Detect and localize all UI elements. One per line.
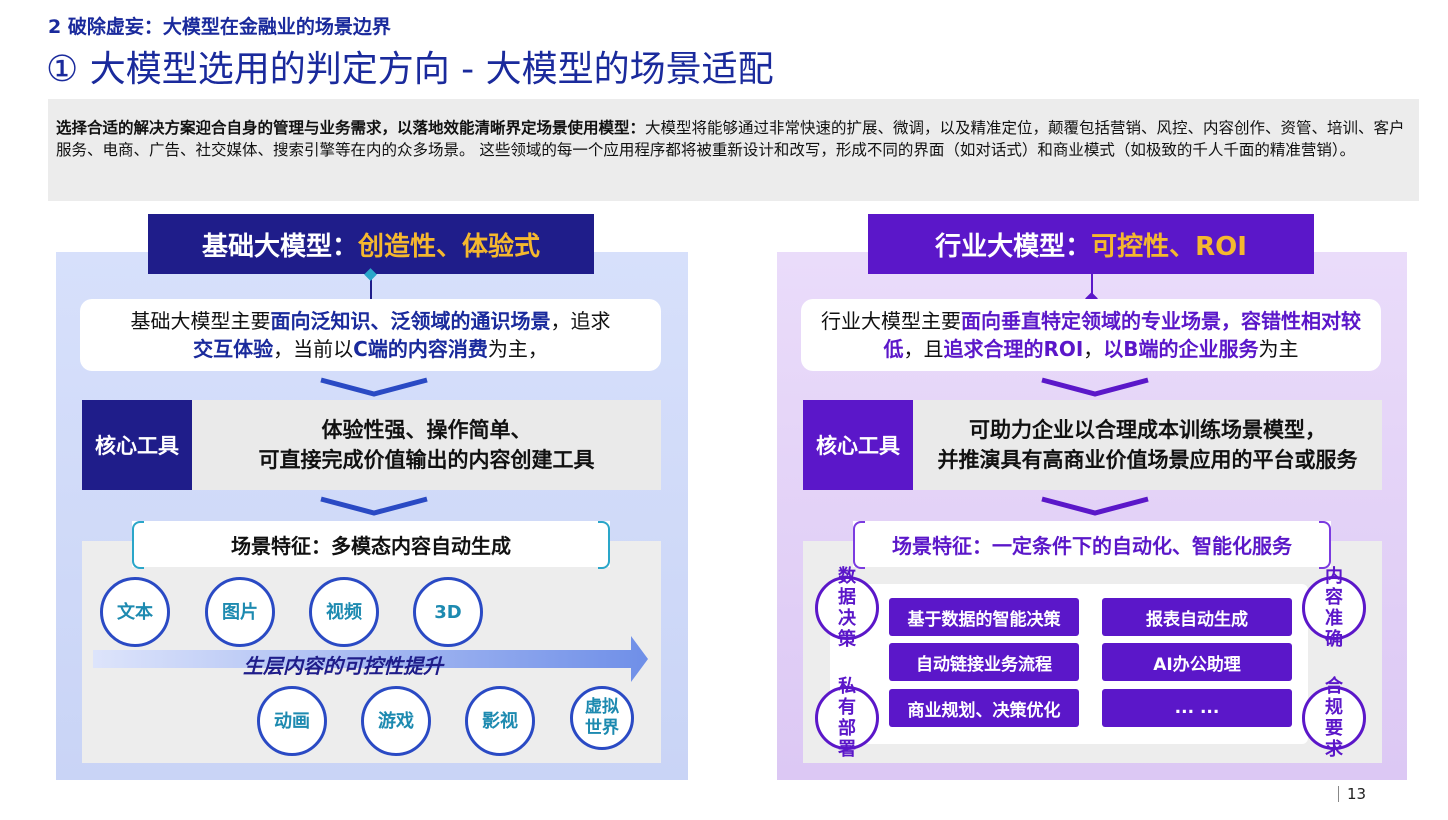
left-title-main: 基础大模型： xyxy=(201,231,358,262)
bracket-left xyxy=(853,521,865,569)
intro-lead: 选择合适的解决方案迎合自身的管理与业务需求，以落地效能清晰界定场景使用模型： xyxy=(56,119,646,137)
left-core-tool-row: 核心工具 体验性强、操作简单、可直接完成价值输出的内容创建工具 xyxy=(82,400,661,490)
circle-private-deploy: 私有部署 xyxy=(815,676,879,760)
left-chevron-down-icon xyxy=(320,496,428,516)
left-desc-text: ，当前以 xyxy=(273,337,354,361)
circle-content-accuracy: 内容准确 xyxy=(1302,566,1366,650)
right-tool-line: 可助力企业以合理成本训练场景模型， xyxy=(969,418,1326,442)
left-description: 基础大模型主要面向泛知识、泛领域的通识场景，追求交互体验，当前以C端的内容消费为… xyxy=(80,299,661,371)
left-tool-line: 可直接完成价值输出的内容创建工具 xyxy=(258,448,595,472)
left-desc-text: ，追求 xyxy=(550,309,611,333)
service-more: ... ... xyxy=(1102,689,1292,727)
left-desc-highlight: 面向泛知识、泛领域的通识场景 xyxy=(270,309,551,333)
circle-film: 影视 xyxy=(465,686,535,756)
left-chevron-down-icon xyxy=(320,377,428,397)
left-scene-feature: 场景特征：多模态内容自动生成 xyxy=(132,521,610,569)
service-workflow-link: 自动链接业务流程 xyxy=(889,643,1079,681)
service-auto-report: 报表自动生成 xyxy=(1102,598,1292,636)
right-chevron-down-icon xyxy=(1041,377,1149,397)
right-tool-line: 并推演具有高商业价值场景应用的平台或服务 xyxy=(937,448,1358,472)
right-desc-highlight: 追求合理的ROI xyxy=(943,337,1084,361)
left-panel-title: 基础大模型： 创造性、体验式 xyxy=(148,214,594,274)
service-smart-decision: 基于数据的智能决策 xyxy=(889,598,1079,636)
circle-data-decision: 数据决策 xyxy=(815,566,879,650)
left-desc-highlight: 交互体验 xyxy=(193,337,274,361)
right-core-tool-text: 可助力企业以合理成本训练场景模型， 并推演具有高商业价值场景应用的平台或服务 xyxy=(913,400,1382,490)
circle-virtual-world: 虚拟世界 xyxy=(570,686,634,750)
left-title-accent: 创造性、体验式 xyxy=(358,231,541,262)
service-ai-office: AI办公助理 xyxy=(1102,643,1292,681)
left-desc-text: 为主， xyxy=(487,337,548,361)
right-panel-title: 行业大模型： 可控性、ROI xyxy=(868,214,1314,274)
page-title: ① 大模型选用的判定方向 - 大模型的场景适配 xyxy=(46,49,774,90)
bracket-left xyxy=(132,521,144,569)
section-label: 2 破除虚妄：大模型在金融业的场景边界 xyxy=(48,16,391,38)
intro-box: 选择合适的解决方案迎合自身的管理与业务需求，以落地效能清晰界定场景使用模型：大模… xyxy=(48,99,1419,201)
right-scene-feature: 场景特征：一定条件下的自动化、智能化服务 xyxy=(853,521,1331,569)
left-desc-highlight: C端的内容消费 xyxy=(353,337,488,361)
left-core-tool-label: 核心工具 xyxy=(82,400,192,490)
right-desc-text: 行业大模型主要 xyxy=(821,309,961,333)
left-core-tool-text: 体验性强、操作简单、可直接完成价值输出的内容创建工具 xyxy=(192,400,661,490)
page-number: 13 xyxy=(1338,786,1366,802)
right-title-main: 行业大模型： xyxy=(935,231,1092,262)
circle-animation: 动画 xyxy=(257,686,327,756)
bracket-right xyxy=(598,521,610,569)
left-feature-text: 场景特征：多模态内容自动生成 xyxy=(231,533,511,558)
right-desc-text: ，且 xyxy=(903,337,944,361)
right-core-tool-label: 核心工具 xyxy=(803,400,913,490)
right-desc-text: 为主 xyxy=(1258,337,1299,361)
service-business-planning: 商业规划、决策优化 xyxy=(889,689,1079,727)
left-tool-line: 体验性强、操作简单、 xyxy=(321,418,532,442)
right-core-tool-row: 核心工具 可助力企业以合理成本训练场景模型， 并推演具有高商业价值场景应用的平台或… xyxy=(803,400,1382,490)
right-description: 行业大模型主要面向垂直特定领域的专业场景，容错性相对较低，且追求合理的ROI，以… xyxy=(801,299,1381,371)
right-desc-text: ， xyxy=(1083,337,1104,361)
circle-compliance: 合规要求 xyxy=(1302,676,1366,760)
right-title-accent: 可控性、ROI xyxy=(1091,231,1247,262)
right-feature-text: 场景特征：一定条件下的自动化、智能化服务 xyxy=(892,533,1292,558)
left-desc-text: 基础大模型主要 xyxy=(130,309,271,333)
controllability-arrow-text: 生层内容的可控性提升 xyxy=(243,654,443,678)
bracket-right xyxy=(1319,521,1331,569)
right-chevron-down-icon xyxy=(1041,496,1149,516)
circle-game: 游戏 xyxy=(361,686,431,756)
right-desc-highlight: 以B端的企业服务 xyxy=(1103,337,1259,361)
